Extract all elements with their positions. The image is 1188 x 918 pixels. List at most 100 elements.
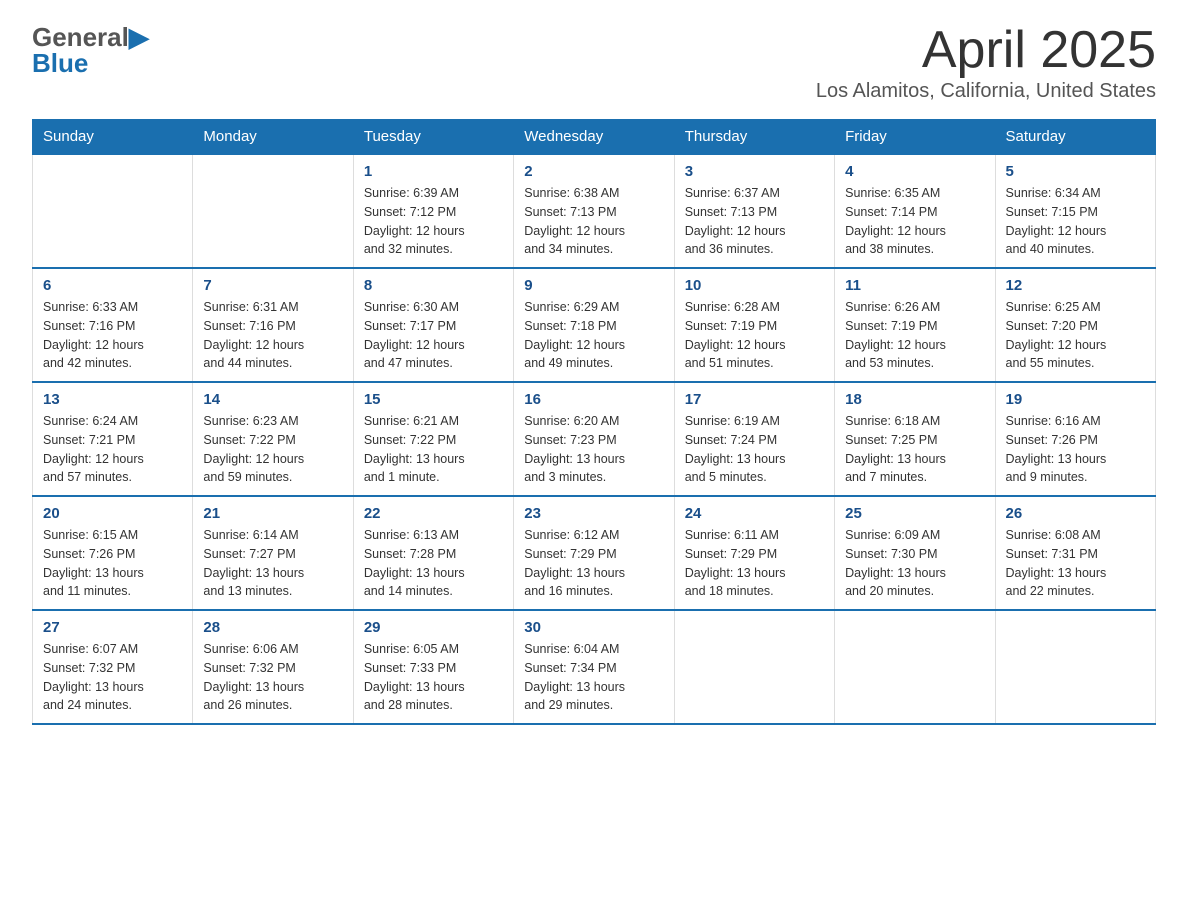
day-number: 20 [43, 505, 182, 522]
day-info: Sunrise: 6:28 AM Sunset: 7:19 PM Dayligh… [685, 298, 824, 373]
day-number: 19 [1006, 391, 1145, 408]
day-number: 15 [364, 391, 503, 408]
page-header: General▶ Blue April 2025 Los Alamitos, C… [32, 24, 1156, 103]
day-number: 27 [43, 619, 182, 636]
day-number: 17 [685, 391, 824, 408]
day-info: Sunrise: 6:23 AM Sunset: 7:22 PM Dayligh… [203, 412, 342, 487]
table-row [835, 610, 995, 724]
table-row: 27Sunrise: 6:07 AM Sunset: 7:32 PM Dayli… [33, 610, 193, 724]
table-row: 20 Sunrise: 6:15 AM Sunset: 7:26 PM Dayli… [33, 496, 193, 610]
table-row: 7 Sunrise: 6:31 AM Sunset: 7:16 PM Daylig… [193, 268, 353, 382]
table-row: 22 Sunrise: 6:13 AM Sunset: 7:28 PM Dayli… [353, 496, 513, 610]
title-block: April 2025 Los Alamitos, California, Uni… [816, 24, 1156, 103]
col-sunday: Sunday [33, 120, 193, 155]
col-wednesday: Wednesday [514, 120, 674, 155]
day-number: 26 [1006, 505, 1145, 522]
col-thursday: Thursday [674, 120, 834, 155]
logo: General▶ Blue [32, 24, 149, 76]
table-row [33, 154, 193, 268]
col-tuesday: Tuesday [353, 120, 513, 155]
calendar-header-row: Sunday Monday Tuesday Wednesday Thursday… [33, 120, 1156, 155]
day-info: Sunrise: 6:38 AM Sunset: 7:13 PM Dayligh… [524, 184, 663, 259]
day-info: Sunrise: 6:33 AM Sunset: 7:16 PM Dayligh… [43, 298, 182, 373]
day-info: Sunrise: 6:06 AM Sunset: 7:32 PM Dayligh… [203, 640, 342, 715]
table-row: 24 Sunrise: 6:11 AM Sunset: 7:29 PM Dayli… [674, 496, 834, 610]
table-row: 5Sunrise: 6:34 AM Sunset: 7:15 PM Daylig… [995, 154, 1155, 268]
table-row: 15 Sunrise: 6:21 AM Sunset: 7:22 PM Dayli… [353, 382, 513, 496]
table-row: 13 Sunrise: 6:24 AM Sunset: 7:21 PM Dayli… [33, 382, 193, 496]
location-title: Los Alamitos, California, United States [816, 80, 1156, 103]
table-row: 21 Sunrise: 6:14 AM Sunset: 7:27 PM Dayli… [193, 496, 353, 610]
calendar-week-row: 27Sunrise: 6:07 AM Sunset: 7:32 PM Dayli… [33, 610, 1156, 724]
day-number: 8 [364, 277, 503, 294]
table-row: 25Sunrise: 6:09 AM Sunset: 7:30 PM Dayli… [835, 496, 995, 610]
table-row: 10Sunrise: 6:28 AM Sunset: 7:19 PM Dayli… [674, 268, 834, 382]
day-info: Sunrise: 6:14 AM Sunset: 7:27 PM Dayligh… [203, 526, 342, 601]
table-row [193, 154, 353, 268]
day-number: 16 [524, 391, 663, 408]
day-number: 14 [203, 391, 342, 408]
day-number: 18 [845, 391, 984, 408]
day-info: Sunrise: 6:08 AM Sunset: 7:31 PM Dayligh… [1006, 526, 1145, 601]
day-info: Sunrise: 6:34 AM Sunset: 7:15 PM Dayligh… [1006, 184, 1145, 259]
day-info: Sunrise: 6:30 AM Sunset: 7:17 PM Dayligh… [364, 298, 503, 373]
day-number: 4 [845, 163, 984, 180]
day-number: 22 [364, 505, 503, 522]
table-row: 26 Sunrise: 6:08 AM Sunset: 7:31 PM Dayli… [995, 496, 1155, 610]
day-number: 25 [845, 505, 984, 522]
table-row: 2 Sunrise: 6:38 AM Sunset: 7:13 PM Daylig… [514, 154, 674, 268]
day-number: 6 [43, 277, 182, 294]
day-info: Sunrise: 6:39 AM Sunset: 7:12 PM Dayligh… [364, 184, 503, 259]
day-info: Sunrise: 6:15 AM Sunset: 7:26 PM Dayligh… [43, 526, 182, 601]
day-info: Sunrise: 6:12 AM Sunset: 7:29 PM Dayligh… [524, 526, 663, 601]
day-info: Sunrise: 6:21 AM Sunset: 7:22 PM Dayligh… [364, 412, 503, 487]
day-number: 12 [1006, 277, 1145, 294]
calendar-week-row: 20 Sunrise: 6:15 AM Sunset: 7:26 PM Dayli… [33, 496, 1156, 610]
table-row: 30Sunrise: 6:04 AM Sunset: 7:34 PM Dayli… [514, 610, 674, 724]
table-row: 18 Sunrise: 6:18 AM Sunset: 7:25 PM Dayli… [835, 382, 995, 496]
day-info: Sunrise: 6:11 AM Sunset: 7:29 PM Dayligh… [685, 526, 824, 601]
day-info: Sunrise: 6:35 AM Sunset: 7:14 PM Dayligh… [845, 184, 984, 259]
day-info: Sunrise: 6:25 AM Sunset: 7:20 PM Dayligh… [1006, 298, 1145, 373]
table-row: 17 Sunrise: 6:19 AM Sunset: 7:24 PM Dayli… [674, 382, 834, 496]
calendar-table: Sunday Monday Tuesday Wednesday Thursday… [32, 119, 1156, 725]
day-info: Sunrise: 6:16 AM Sunset: 7:26 PM Dayligh… [1006, 412, 1145, 487]
day-number: 23 [524, 505, 663, 522]
day-number: 29 [364, 619, 503, 636]
table-row: 11 Sunrise: 6:26 AM Sunset: 7:19 PM Dayli… [835, 268, 995, 382]
table-row: 1 Sunrise: 6:39 AM Sunset: 7:12 PM Daylig… [353, 154, 513, 268]
table-row: 8 Sunrise: 6:30 AM Sunset: 7:17 PM Daylig… [353, 268, 513, 382]
col-monday: Monday [193, 120, 353, 155]
day-info: Sunrise: 6:31 AM Sunset: 7:16 PM Dayligh… [203, 298, 342, 373]
calendar-week-row: 1 Sunrise: 6:39 AM Sunset: 7:12 PM Daylig… [33, 154, 1156, 268]
day-info: Sunrise: 6:26 AM Sunset: 7:19 PM Dayligh… [845, 298, 984, 373]
day-info: Sunrise: 6:29 AM Sunset: 7:18 PM Dayligh… [524, 298, 663, 373]
day-info: Sunrise: 6:13 AM Sunset: 7:28 PM Dayligh… [364, 526, 503, 601]
table-row: 23 Sunrise: 6:12 AM Sunset: 7:29 PM Dayli… [514, 496, 674, 610]
day-number: 21 [203, 505, 342, 522]
day-number: 24 [685, 505, 824, 522]
table-row: 29 Sunrise: 6:05 AM Sunset: 7:33 PM Dayli… [353, 610, 513, 724]
logo-general: General▶ [32, 24, 149, 50]
day-number: 9 [524, 277, 663, 294]
day-info: Sunrise: 6:18 AM Sunset: 7:25 PM Dayligh… [845, 412, 984, 487]
day-number: 2 [524, 163, 663, 180]
table-row: 9 Sunrise: 6:29 AM Sunset: 7:18 PM Daylig… [514, 268, 674, 382]
col-friday: Friday [835, 120, 995, 155]
table-row: 16 Sunrise: 6:20 AM Sunset: 7:23 PM Dayli… [514, 382, 674, 496]
day-number: 13 [43, 391, 182, 408]
day-number: 7 [203, 277, 342, 294]
day-number: 11 [845, 277, 984, 294]
calendar-week-row: 6 Sunrise: 6:33 AM Sunset: 7:16 PM Daylig… [33, 268, 1156, 382]
day-info: Sunrise: 6:19 AM Sunset: 7:24 PM Dayligh… [685, 412, 824, 487]
day-info: Sunrise: 6:24 AM Sunset: 7:21 PM Dayligh… [43, 412, 182, 487]
table-row: 3Sunrise: 6:37 AM Sunset: 7:13 PM Daylig… [674, 154, 834, 268]
day-info: Sunrise: 6:04 AM Sunset: 7:34 PM Dayligh… [524, 640, 663, 715]
month-title: April 2025 [816, 24, 1156, 76]
day-info: Sunrise: 6:37 AM Sunset: 7:13 PM Dayligh… [685, 184, 824, 259]
table-row: 19 Sunrise: 6:16 AM Sunset: 7:26 PM Dayli… [995, 382, 1155, 496]
col-saturday: Saturday [995, 120, 1155, 155]
day-number: 1 [364, 163, 503, 180]
day-info: Sunrise: 6:05 AM Sunset: 7:33 PM Dayligh… [364, 640, 503, 715]
day-info: Sunrise: 6:20 AM Sunset: 7:23 PM Dayligh… [524, 412, 663, 487]
